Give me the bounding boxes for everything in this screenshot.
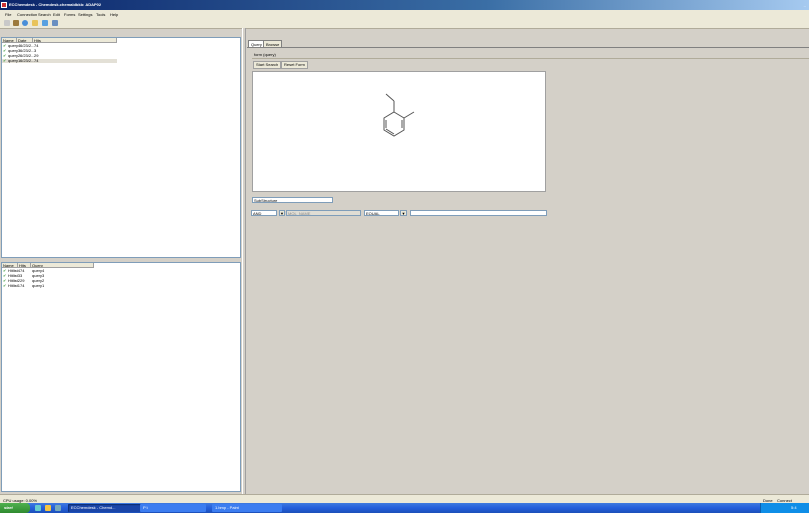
logic-select[interactable]: AND — [251, 210, 277, 216]
window-title: ECChemdesk - Chemdesk.chemaldbkb: ADAP02 — [9, 2, 102, 7]
quicklaunch-icon[interactable] — [55, 505, 61, 511]
column-header-hits[interactable]: Hits — [33, 38, 117, 43]
taskbar-item-label: ECChemdesk - Chemd... — [71, 505, 116, 510]
menu-tools[interactable]: Tools — [96, 12, 105, 17]
field-name-input: MOL_NAME — [286, 210, 361, 216]
open-folder-icon[interactable] — [32, 20, 38, 26]
operator-value: EQUAL — [366, 211, 380, 216]
menu-bar: File Connection Search Edit Forms Settin… — [0, 10, 809, 18]
quicklaunch-icon[interactable] — [45, 505, 51, 511]
system-tray: 5:4 — [760, 503, 809, 513]
query-name: query1 — [8, 58, 21, 63]
hitlist-query: query1 — [32, 283, 45, 288]
start-label: start — [4, 505, 13, 510]
hitlist-name: Hitlist1 — [8, 283, 21, 288]
taskbar-item-chemdesk[interactable]: ECChemdesk - Chemd... — [68, 504, 144, 512]
menu-forms[interactable]: Forms — [64, 12, 75, 17]
field-name-value: MOL_NAME — [288, 211, 311, 216]
search-type-select[interactable]: SubStructure ▼ — [252, 197, 333, 203]
vertical-splitter[interactable] — [242, 28, 246, 494]
structure-query-box[interactable] — [252, 71, 546, 192]
query-hits: 74 — [34, 58, 39, 63]
value-input[interactable] — [410, 210, 547, 216]
quicklaunch-icon[interactable] — [35, 505, 41, 511]
taskbar-item-label: 1.bmp - Paint — [215, 505, 239, 510]
hitlist-hits: 74 — [20, 283, 25, 288]
operator-dropdown-arrow[interactable]: ▼ — [400, 210, 407, 216]
menu-settings[interactable]: Settings — [78, 12, 92, 17]
check-icon: ✔ — [3, 283, 7, 288]
logic-value: AND — [253, 211, 262, 216]
connect-icon[interactable] — [22, 20, 28, 26]
menu-connection[interactable]: Connection — [17, 12, 37, 17]
taskbar-item-paint[interactable]: 1.bmp - Paint — [212, 504, 282, 512]
form-divider — [252, 58, 809, 59]
queries-list[interactable]: Name Date Hits ✔ query4 6/23/2... 74 ✔ q… — [1, 37, 241, 258]
query-row-selected[interactable]: ✔ query1 6/23/2... 74 — [2, 59, 117, 63]
edit-icon[interactable] — [13, 20, 19, 26]
taskbar: start ECChemdesk - Chemd... P:\ 1.bmp - … — [0, 503, 809, 513]
database-icon[interactable] — [52, 20, 58, 26]
logic-dropdown-arrow[interactable]: ▼ — [279, 210, 285, 216]
hitlist-row[interactable]: ✔ Hitlist1 74 query1 — [2, 284, 94, 288]
menu-edit[interactable]: Edit — [53, 12, 60, 17]
hitlists-list[interactable]: Name Hits Query ✔ Hitlist4 74 query4 ✔ H… — [1, 262, 241, 492]
title-bar: ECChemdesk - Chemdesk.chemaldbkb: ADAP02… — [0, 0, 809, 10]
start-search-button[interactable]: Start Search — [253, 61, 282, 69]
search-type-value: SubStructure — [254, 198, 278, 203]
form-name-label: form (query) — [254, 52, 276, 57]
menu-file[interactable]: File — [5, 12, 11, 17]
query-date: 6/23/2... — [20, 58, 35, 63]
check-icon: ✔ — [3, 58, 7, 63]
taskbar-item-explorer[interactable]: P:\ — [140, 504, 206, 512]
chevron-down-icon: ▼ — [280, 211, 284, 216]
app-icon — [1, 2, 7, 8]
reset-form-button[interactable]: Reset Form — [281, 61, 308, 69]
refresh-icon[interactable] — [42, 20, 48, 26]
structure-drawing — [383, 93, 415, 137]
operator-select[interactable]: EQUAL — [364, 210, 399, 216]
taskbar-item-label: P:\ — [143, 505, 148, 510]
toolbar — [0, 18, 809, 29]
chevron-down-icon: ▼ — [401, 211, 406, 216]
tab-divider — [247, 47, 809, 48]
clock: 5:4 — [791, 505, 797, 510]
menu-help[interactable]: Help — [110, 12, 118, 17]
minimize-button[interactable]: _ — [804, 2, 806, 7]
start-button[interactable]: start — [0, 503, 30, 513]
menu-search[interactable]: Search — [38, 12, 51, 17]
new-icon[interactable] — [4, 20, 10, 26]
